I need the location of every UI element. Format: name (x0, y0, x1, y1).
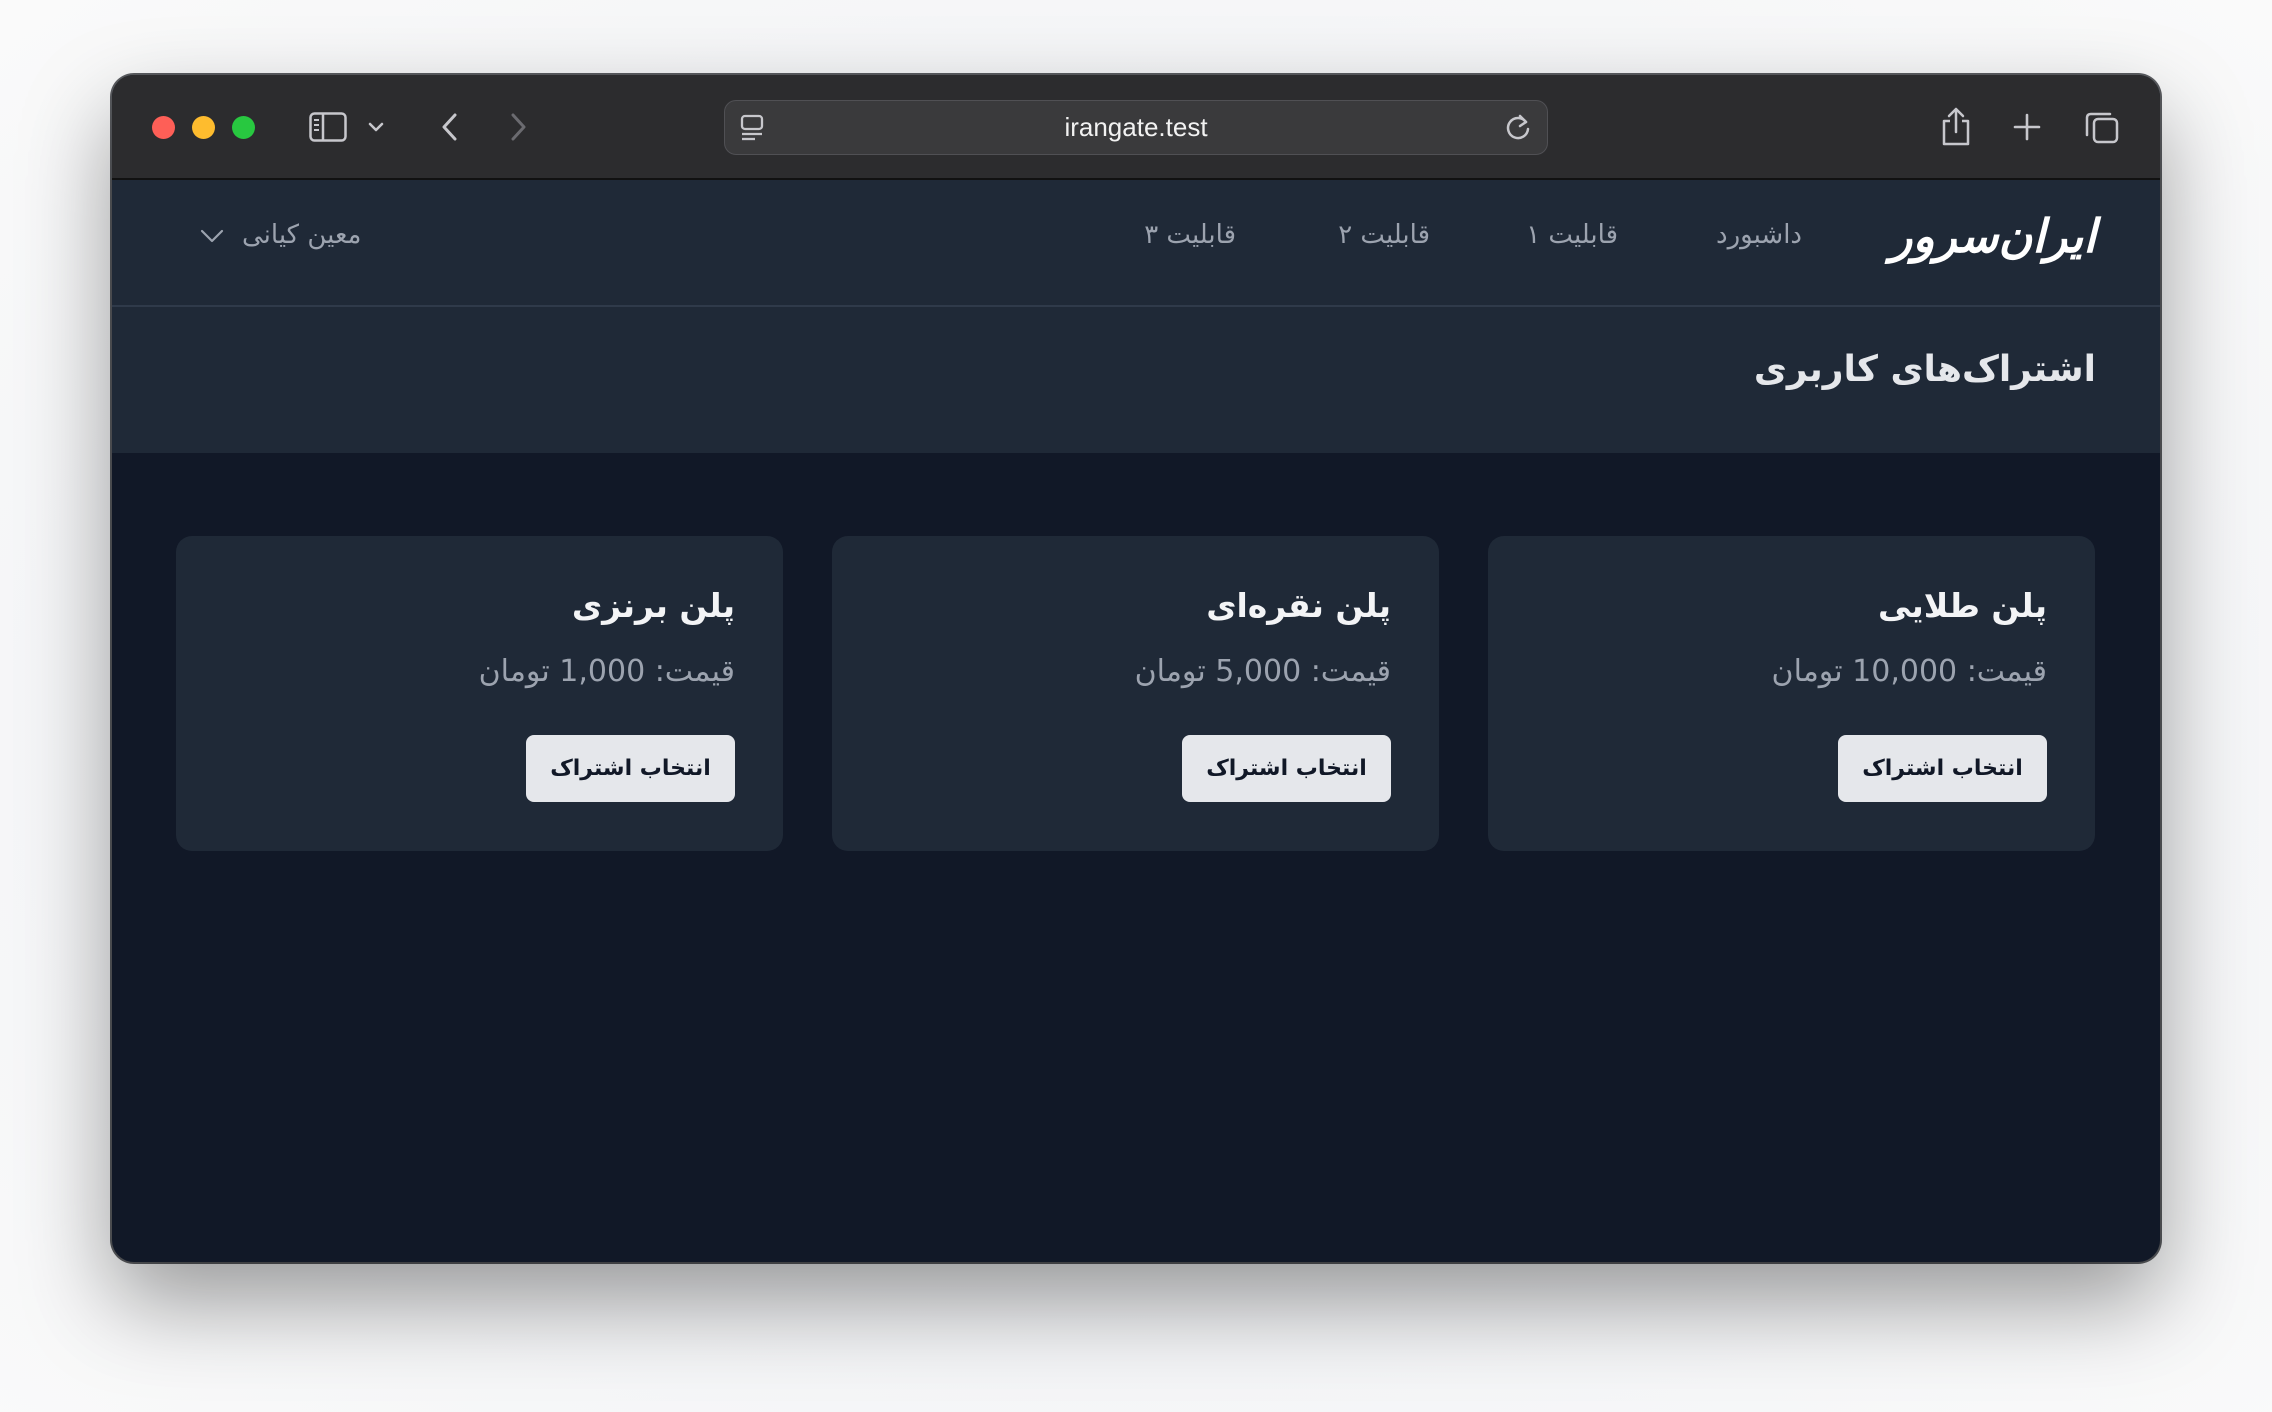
nav-item-dashboard[interactable]: داشبورد (1716, 210, 1802, 260)
close-window-button[interactable] (152, 116, 175, 139)
select-subscription-button[interactable]: انتخاب اشتراک (526, 735, 735, 802)
sidebar-icon[interactable] (306, 105, 350, 149)
chevron-left-icon[interactable] (434, 105, 464, 149)
nav-item-feature-2[interactable]: قابلیت ۲ (1338, 210, 1430, 260)
plan-price: قیمت: 5,000 تومان (1134, 654, 1391, 689)
nav-item-feature-3[interactable]: قابلیت ۳ (1144, 210, 1236, 260)
plan-card-silver: پلن نقره‌ای قیمت: 5,000 تومان انتخاب اشت… (832, 536, 1439, 851)
share-icon[interactable] (1936, 105, 1976, 149)
app-header: ایران‌سرور داشبورد قابلیت ۱ قابلیت ۲ قاب… (112, 180, 2160, 307)
minimize-window-button[interactable] (192, 116, 215, 139)
plan-card-gold: پلن طلایی قیمت: 10,000 تومان انتخاب اشتر… (1488, 536, 2095, 851)
tabs-overview-icon[interactable] (2082, 105, 2122, 149)
zoom-window-button[interactable] (232, 116, 255, 139)
browser-window: irangate.test (112, 75, 2160, 1262)
plan-card-bronze: پلن برنزی قیمت: 1,000 تومان انتخاب اشترا… (176, 536, 783, 851)
plan-name: پلن برنزی (571, 586, 735, 625)
address-bar[interactable]: irangate.test (724, 100, 1548, 155)
sidebar-menu-chevron-down-icon[interactable] (364, 105, 388, 149)
page-header: اشتراک‌های کاربری (112, 307, 2160, 453)
select-subscription-button[interactable]: انتخاب اشتراک (1838, 735, 2047, 802)
url-text[interactable]: irangate.test (725, 101, 1547, 154)
nav-item-feature-1[interactable]: قابلیت ۱ (1526, 210, 1618, 260)
desktop-background: irangate.test (0, 0, 2272, 1412)
page-title: اشتراک‌های کاربری (1753, 349, 2096, 390)
plan-name: پلن نقره‌ای (1206, 586, 1391, 625)
chevron-down-icon (200, 220, 224, 250)
user-name: معین کیانی (242, 220, 362, 250)
user-menu[interactable]: معین کیانی (200, 210, 361, 260)
chevron-right-icon[interactable] (504, 105, 534, 149)
select-subscription-button[interactable]: انتخاب اشتراک (1182, 735, 1391, 802)
plan-name: پلن طلایی (1878, 586, 2047, 625)
browser-toolbar: irangate.test (112, 75, 2160, 180)
plan-price: قیمت: 1,000 تومان (478, 654, 735, 689)
brand-logo[interactable]: ایران‌سرور (1890, 206, 2097, 266)
plus-icon[interactable] (2009, 105, 2045, 149)
reload-icon[interactable] (1503, 113, 1533, 147)
plan-price: قیمت: 10,000 تومان (1771, 654, 2047, 689)
